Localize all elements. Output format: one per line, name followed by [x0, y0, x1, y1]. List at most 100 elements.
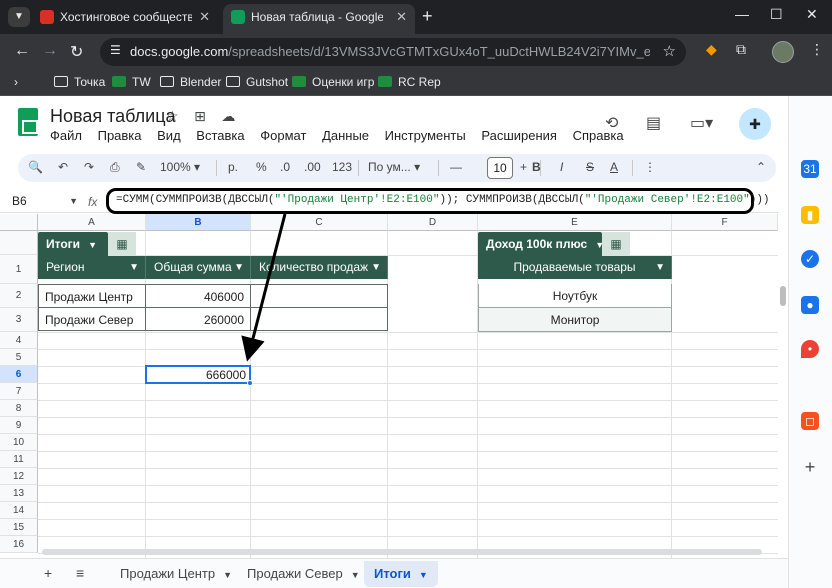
- star-icon[interactable]: ☆: [166, 108, 179, 124]
- table-header-region[interactable]: Регион ▼: [38, 256, 146, 279]
- italic-button[interactable]: I: [560, 160, 563, 174]
- share-button[interactable]: ✚: [739, 108, 771, 140]
- row-header[interactable]: 8: [0, 400, 38, 417]
- print-icon[interactable]: ⎙: [110, 160, 120, 175]
- contacts-icon[interactable]: ●: [801, 296, 819, 314]
- menu-insert[interactable]: Вставка: [196, 128, 244, 143]
- table-cell[interactable]: Продажи Север: [38, 307, 146, 331]
- bookmark-star-icon[interactable]: ☆: [663, 42, 676, 60]
- row-header[interactable]: 16: [0, 536, 38, 553]
- horizontal-scrollbar[interactable]: [38, 547, 778, 557]
- percent-format-button[interactable]: %: [256, 160, 267, 174]
- table-view-icon[interactable]: ▦: [602, 232, 630, 256]
- table-header-count[interactable]: Количество продаж ▼: [251, 256, 388, 279]
- bookmark-game-ratings[interactable]: Оценки игр: [292, 75, 374, 89]
- browser-tab-sheets[interactable]: Новая таблица - Google Таблиц ✕: [223, 4, 415, 34]
- menu-file[interactable]: Файл: [50, 128, 82, 143]
- column-header-a[interactable]: A: [38, 214, 146, 231]
- comments-icon[interactable]: ▤: [646, 113, 661, 133]
- menu-format[interactable]: Формат: [260, 128, 306, 143]
- fill-handle[interactable]: [247, 380, 253, 386]
- extensions-icon[interactable]: ⧉: [736, 41, 746, 58]
- column-header-e[interactable]: E: [478, 214, 672, 231]
- reload-icon[interactable]: ↻: [70, 42, 83, 62]
- table-cell[interactable]: 260000: [145, 307, 251, 331]
- browser-tab-timeweb[interactable]: Хостинговое сообщество «Tim ✕: [32, 4, 218, 34]
- bold-button[interactable]: B: [532, 160, 541, 174]
- maximize-icon[interactable]: ☐: [770, 6, 783, 23]
- menu-tools[interactable]: Инструменты: [385, 128, 466, 143]
- cloud-status-icon[interactable]: ☁: [221, 108, 235, 124]
- close-icon[interactable]: ✕: [396, 4, 407, 30]
- table-header-products[interactable]: Продаваемые товары ▼: [478, 256, 672, 279]
- redo-icon[interactable]: ↷: [84, 160, 94, 174]
- active-cell-b6[interactable]: 666000: [145, 365, 251, 384]
- new-tab-button[interactable]: +: [422, 6, 433, 27]
- row-header[interactable]: 14: [0, 502, 38, 519]
- tasks-icon[interactable]: ✓: [801, 250, 819, 268]
- column-header-b[interactable]: B: [146, 214, 251, 231]
- bookmark-blender[interactable]: Blender: [160, 75, 221, 89]
- sheet-tab-itogi[interactable]: Итоги ▼: [364, 561, 438, 587]
- search-menus-icon[interactable]: 🔍: [28, 160, 43, 174]
- browser-menu-icon[interactable]: ⋮: [810, 41, 824, 58]
- close-window-icon[interactable]: ✕: [806, 6, 818, 23]
- paint-format-icon[interactable]: ✎: [136, 160, 146, 174]
- back-icon[interactable]: ←: [14, 42, 30, 60]
- browser-profile-avatar[interactable]: [772, 41, 794, 63]
- collapse-toolbar-icon[interactable]: ⌃: [756, 160, 766, 174]
- move-folder-icon[interactable]: ⊞: [194, 108, 206, 124]
- row-header[interactable]: 10: [0, 434, 38, 451]
- text-color-button[interactable]: A: [610, 160, 618, 174]
- add-ons-plus-icon[interactable]: +: [801, 458, 819, 476]
- increase-decimal-button[interactable]: .00: [304, 160, 321, 174]
- row-header[interactable]: 7: [0, 383, 38, 400]
- site-info-icon[interactable]: ☰: [110, 43, 121, 57]
- calendar-icon[interactable]: 31: [801, 160, 819, 178]
- keep-icon[interactable]: ▮: [801, 206, 819, 224]
- column-header-d[interactable]: D: [388, 214, 478, 231]
- bookmark-tw[interactable]: TW: [112, 75, 151, 89]
- spreadsheet-grid[interactable]: A B C D E F 1 2 3 4 5 6 7 8 9 10 11 12 1…: [0, 214, 778, 558]
- strikethrough-button[interactable]: S: [586, 160, 594, 174]
- decrease-decimal-button[interactable]: .0: [280, 160, 290, 174]
- menu-edit[interactable]: Правка: [98, 128, 142, 143]
- more-options-icon[interactable]: ⋮: [644, 160, 656, 174]
- row-header[interactable]: 9: [0, 417, 38, 434]
- table-name-income[interactable]: Доход 100к плюс ▼: [478, 232, 604, 256]
- row-header[interactable]: 2: [0, 284, 38, 308]
- table-cell[interactable]: [250, 307, 388, 331]
- all-sheets-icon[interactable]: ≡: [76, 565, 84, 581]
- table-cell[interactable]: [250, 284, 388, 308]
- sheet-tab-center[interactable]: Продажи Центр ▼: [110, 561, 242, 587]
- increase-font-size-icon[interactable]: +: [520, 160, 527, 174]
- minimize-icon[interactable]: —: [735, 6, 749, 22]
- row-header[interactable]: 4: [0, 332, 38, 349]
- bookmark-rc-rep[interactable]: RC Rep: [378, 75, 441, 89]
- forward-icon[interactable]: →: [42, 42, 58, 60]
- column-header-c[interactable]: C: [251, 214, 388, 231]
- currency-format-button[interactable]: р.: [228, 160, 238, 174]
- name-box[interactable]: B6 ▼: [0, 190, 88, 212]
- menu-view[interactable]: Вид: [157, 128, 181, 143]
- more-formats-button[interactable]: 123: [332, 160, 352, 174]
- row-header[interactable]: 3: [0, 308, 38, 332]
- table-cell[interactable]: Монитор: [478, 308, 672, 332]
- document-title[interactable]: Новая таблица: [50, 106, 176, 127]
- row-header[interactable]: 6: [0, 366, 38, 383]
- select-all-corner[interactable]: [0, 214, 38, 231]
- menu-data[interactable]: Данные: [322, 128, 369, 143]
- formula-input[interactable]: =СУММ(СУММПРОИЗВ(ДВССЫЛ("'Продажи Центр'…: [106, 188, 770, 214]
- table-cell[interactable]: 406000: [145, 284, 251, 308]
- font-select[interactable]: По ум... ▾: [368, 160, 420, 174]
- metamask-extension-icon[interactable]: ◆: [706, 41, 717, 58]
- undo-icon[interactable]: ↶: [58, 160, 68, 174]
- row-header[interactable]: 11: [0, 451, 38, 468]
- decrease-font-size-icon[interactable]: —: [450, 160, 462, 174]
- table-header-total[interactable]: Общая сумма ▼: [146, 256, 251, 279]
- add-sheet-icon[interactable]: +: [44, 565, 52, 581]
- vertical-scrollbar[interactable]: [778, 214, 788, 558]
- font-size-input[interactable]: 10: [487, 157, 513, 179]
- version-history-icon[interactable]: ⟲: [605, 113, 618, 133]
- bookmarks-nav-icon[interactable]: ›: [14, 75, 18, 89]
